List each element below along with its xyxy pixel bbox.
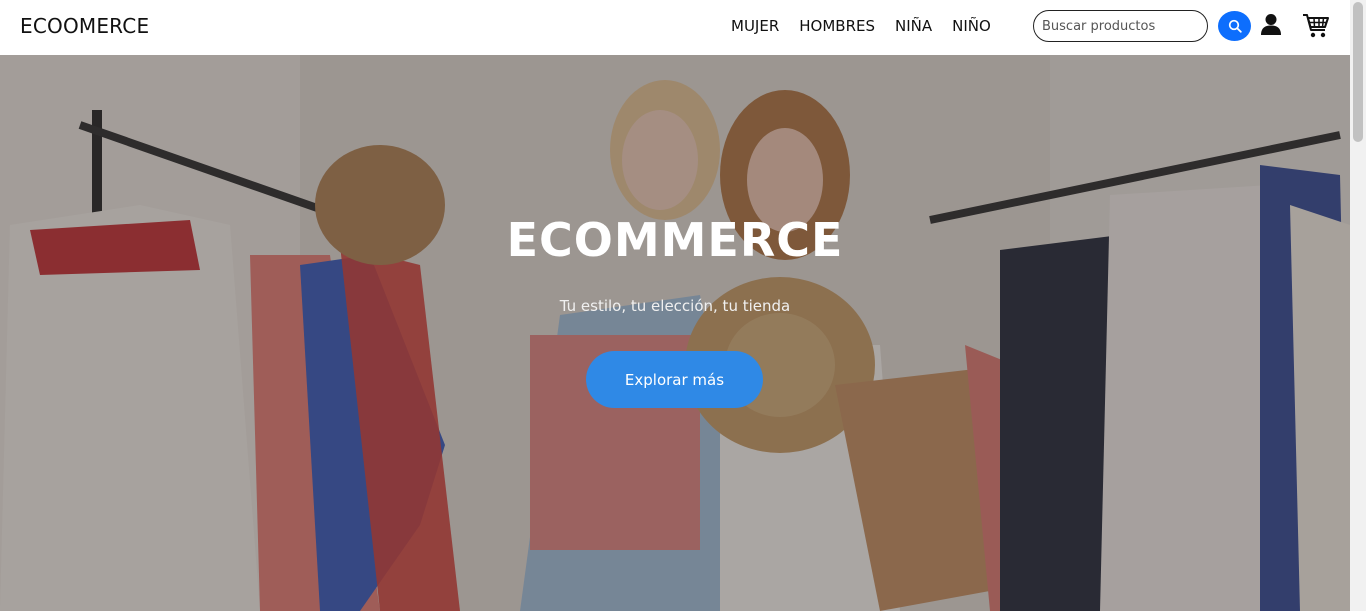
- nav-link-mujer[interactable]: MUJER: [731, 17, 779, 35]
- navbar: ECOOMERCE MUJER HOMBRES NIÑA NIÑO: [0, 0, 1350, 55]
- main-nav: MUJER HOMBRES NIÑA NIÑO: [731, 17, 1011, 35]
- hero-banner: ECOMMERCE Tu estilo, tu elección, tu tie…: [0, 55, 1350, 611]
- search-icon: [1228, 19, 1242, 33]
- scrollbar-thumb[interactable]: [1353, 2, 1363, 142]
- hero-overlay: [0, 55, 1350, 611]
- nav-link-nino[interactable]: NIÑO: [952, 17, 991, 35]
- search-input[interactable]: [1033, 10, 1208, 42]
- nav-link-hombres[interactable]: HOMBRES: [799, 17, 875, 35]
- explore-button[interactable]: Explorar más: [586, 351, 763, 408]
- hero-subtitle: Tu estilo, tu elección, tu tienda: [559, 297, 791, 315]
- search-button[interactable]: [1218, 11, 1251, 41]
- page-scrollbar[interactable]: [1350, 0, 1366, 611]
- brand-logo[interactable]: ECOOMERCE: [20, 14, 149, 38]
- nav-link-nina[interactable]: NIÑA: [895, 17, 932, 35]
- hero-title: ECOMMERCE: [506, 213, 844, 267]
- cart-icon[interactable]: [1302, 13, 1330, 39]
- user-icon[interactable]: [1260, 13, 1282, 37]
